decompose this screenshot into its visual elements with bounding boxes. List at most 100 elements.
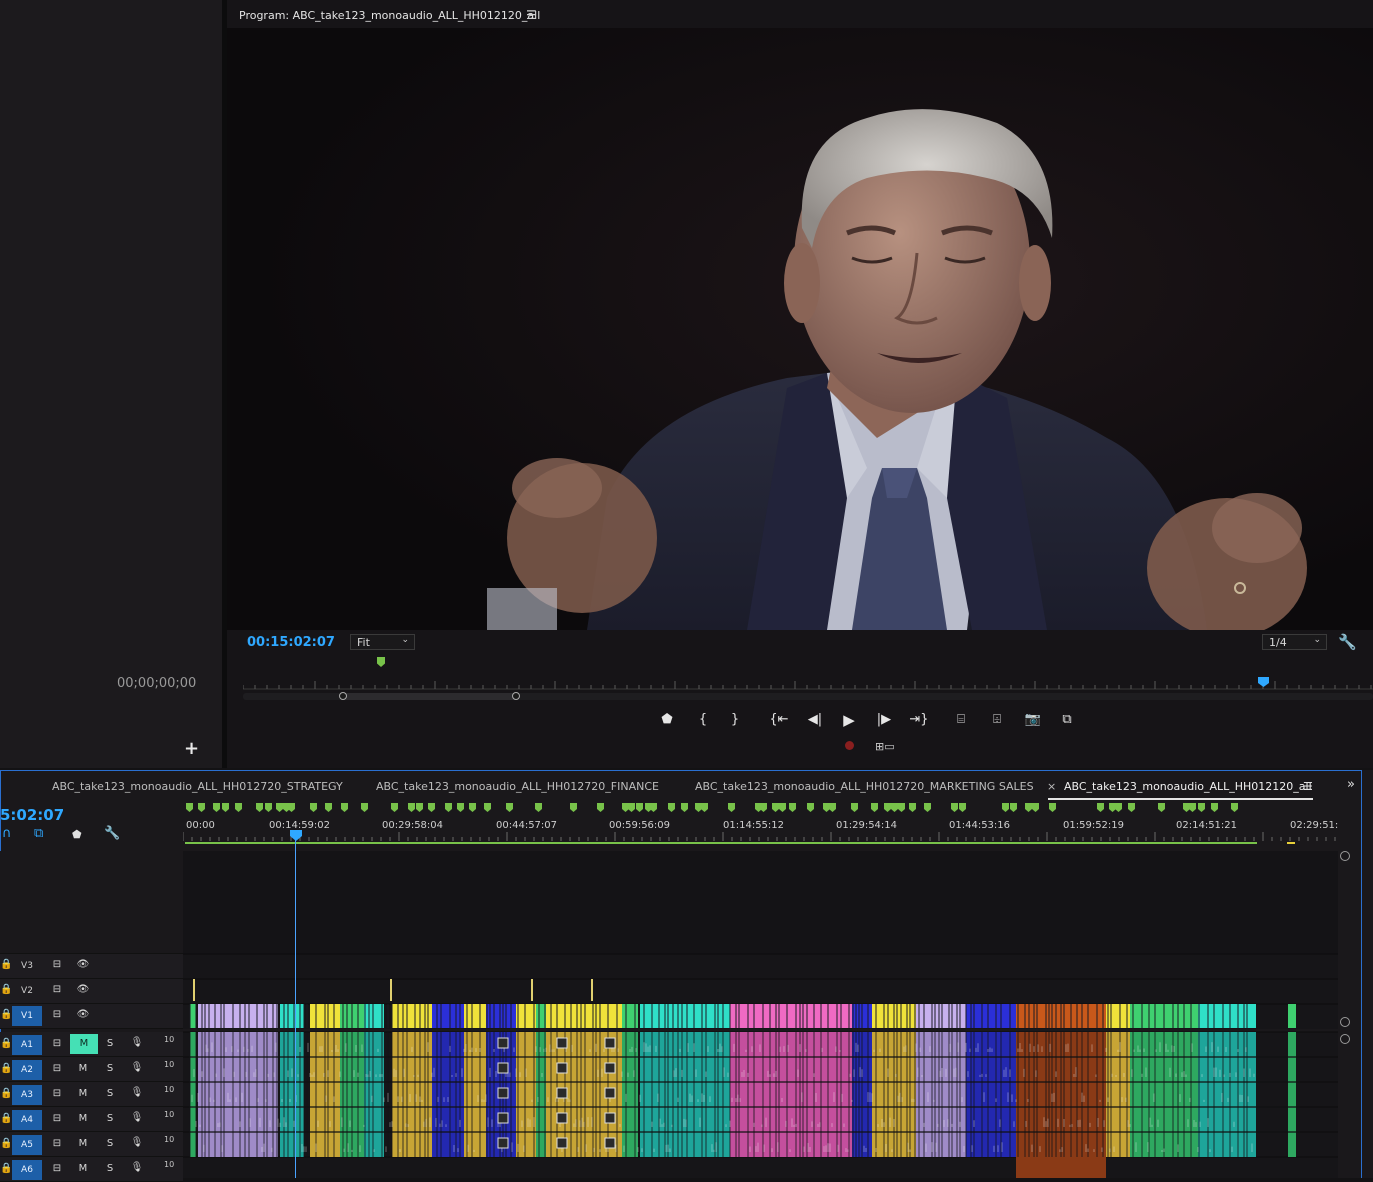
- mute-button[interactable]: M: [75, 1138, 91, 1149]
- add-button[interactable]: +: [184, 738, 199, 759]
- wrench-icon[interactable]: 🔧: [1338, 633, 1357, 651]
- scroll-handle-bottom[interactable]: [1340, 1034, 1350, 1044]
- track-target-a4[interactable]: A4: [12, 1110, 42, 1130]
- track-volume[interactable]: 10: [164, 1085, 174, 1094]
- solo-button[interactable]: S: [102, 1113, 118, 1124]
- mark-out-button[interactable]: }: [724, 712, 746, 727]
- lock-icon[interactable]: 🔒: [0, 1088, 12, 1099]
- microphone-icon[interactable]: 🎙: [129, 1112, 145, 1123]
- track-volume[interactable]: 10: [164, 1060, 174, 1069]
- close-icon[interactable]: ×: [1047, 780, 1056, 793]
- expand-panels-icon[interactable]: »: [1347, 777, 1355, 792]
- track-target-v2[interactable]: V2: [12, 981, 42, 1001]
- lock-icon[interactable]: 🔒: [0, 984, 12, 995]
- tab-strategy[interactable]: ABC_take123_monoaudio_ALL_HH012720_STRAT…: [52, 780, 343, 793]
- microphone-icon[interactable]: 🎙: [129, 1137, 145, 1148]
- mute-button[interactable]: M: [75, 1088, 91, 1099]
- mute-button[interactable]: M: [70, 1034, 98, 1054]
- step-back-button[interactable]: ◀|: [804, 712, 826, 727]
- sync-lock-icon[interactable]: ⊟: [49, 1038, 65, 1049]
- record-icon[interactable]: [845, 741, 854, 750]
- playhead-timecode[interactable]: 00:15:02:07: [247, 635, 335, 650]
- track-target-v1[interactable]: V1: [12, 1006, 42, 1026]
- tab-all[interactable]: ABC_take123_monoaudio_ALL_HH012120_all: [1064, 780, 1312, 793]
- lock-icon[interactable]: 🔒: [0, 1038, 12, 1049]
- zoom-level-dropdown[interactable]: Fit ⌄: [350, 634, 415, 650]
- add-marker-button[interactable]: ⬟: [656, 712, 678, 727]
- track-volume[interactable]: 10: [164, 1110, 174, 1119]
- track-target-a5[interactable]: A5: [12, 1135, 42, 1155]
- panel-menu-icon[interactable]: ☰: [1303, 780, 1313, 793]
- zoom-scrollbar-thumb[interactable]: [343, 693, 516, 700]
- track-volume[interactable]: 10: [164, 1035, 174, 1044]
- sync-lock-icon[interactable]: ⊟: [49, 1009, 65, 1020]
- lift-button[interactable]: ⌸: [950, 712, 972, 727]
- zoom-handle-right[interactable]: [512, 692, 520, 700]
- track-volume[interactable]: 10: [164, 1135, 174, 1144]
- eye-icon[interactable]: 👁: [75, 984, 91, 995]
- scroll-handle-middle[interactable]: [1340, 1017, 1350, 1027]
- track-target-a6[interactable]: A6: [12, 1160, 42, 1180]
- lock-icon[interactable]: 🔒: [0, 1138, 12, 1149]
- multicam-icon[interactable]: ⊞▭: [875, 740, 895, 753]
- add-marker-icon[interactable]: ⬟: [72, 828, 82, 841]
- play-button[interactable]: ▶: [838, 711, 860, 729]
- mute-button[interactable]: M: [75, 1063, 91, 1074]
- track-target-a3[interactable]: A3: [12, 1085, 42, 1105]
- sync-lock-icon[interactable]: ⊟: [49, 959, 65, 970]
- extract-button[interactable]: ⌹: [986, 712, 1008, 727]
- solo-button[interactable]: S: [102, 1088, 118, 1099]
- sync-lock-icon[interactable]: ⊟: [49, 1113, 65, 1124]
- monitor-time-ruler[interactable]: [243, 680, 1373, 690]
- microphone-icon[interactable]: 🎙: [129, 1062, 145, 1073]
- fx-badge-icon: [556, 1037, 568, 1049]
- wrench-icon[interactable]: 🔧: [104, 826, 120, 841]
- zoom-handle-left[interactable]: [339, 692, 347, 700]
- sync-lock-icon[interactable]: ⊟: [49, 984, 65, 995]
- tab-finance[interactable]: ABC_take123_monoaudio_ALL_HH012720_FINAN…: [376, 780, 659, 793]
- timeline-tracks[interactable]: [0, 851, 1338, 1178]
- sync-lock-icon[interactable]: ⊟: [49, 1088, 65, 1099]
- microphone-icon[interactable]: 🎙: [129, 1037, 145, 1048]
- mark-in-button[interactable]: {: [692, 712, 714, 727]
- linked-selection-icon[interactable]: ⧉: [34, 826, 43, 841]
- sync-lock-icon[interactable]: ⊟: [49, 1063, 65, 1074]
- sync-lock-icon[interactable]: ⊟: [49, 1138, 65, 1149]
- tab-marketing-sales[interactable]: ABC_take123_monoaudio_ALL_HH012720_MARKE…: [695, 780, 1034, 793]
- panel-menu-icon[interactable]: ☰: [526, 8, 537, 22]
- lock-icon[interactable]: 🔒: [0, 1163, 12, 1174]
- step-forward-button[interactable]: |▶: [873, 712, 895, 727]
- solo-button[interactable]: S: [102, 1163, 118, 1174]
- lock-icon[interactable]: 🔒: [0, 1063, 12, 1074]
- lock-icon[interactable]: 🔒: [0, 959, 12, 970]
- timeline-timecode[interactable]: 5:02:07: [0, 806, 64, 824]
- go-to-out-button[interactable]: ⇥}: [908, 712, 930, 727]
- export-frame-button[interactable]: 📷: [1022, 712, 1044, 727]
- lock-icon[interactable]: 🔒: [0, 1113, 12, 1124]
- sync-lock-icon[interactable]: ⊟: [49, 1163, 65, 1174]
- go-to-in-button[interactable]: {⇤: [768, 712, 790, 727]
- scroll-handle-top[interactable]: [1340, 851, 1350, 861]
- solo-button[interactable]: S: [102, 1038, 118, 1049]
- mute-button[interactable]: M: [75, 1113, 91, 1124]
- timeline-playhead-line[interactable]: [295, 830, 296, 1178]
- microphone-icon[interactable]: 🎙: [129, 1087, 145, 1098]
- track-volume[interactable]: 10: [164, 1160, 174, 1169]
- track-target-v3[interactable]: V3: [12, 956, 42, 976]
- solo-button[interactable]: S: [102, 1138, 118, 1149]
- timeline-ruler[interactable]: 00:00 00:14:59:02 00:29:58:04 00:44:57:07 00…: [183, 800, 1338, 850]
- ruler-label: 01:44:53:16: [949, 820, 1010, 831]
- track-target-a2[interactable]: A2: [12, 1060, 42, 1080]
- playback-resolution-dropdown[interactable]: 1/4 ⌄: [1262, 634, 1327, 650]
- eye-icon[interactable]: 👁: [75, 959, 91, 970]
- solo-button[interactable]: S: [102, 1063, 118, 1074]
- track-target-a1[interactable]: A1: [12, 1035, 42, 1055]
- microphone-icon[interactable]: 🎙: [129, 1162, 145, 1173]
- lock-icon[interactable]: 🔒: [0, 1009, 12, 1020]
- eye-icon[interactable]: 👁: [75, 1009, 91, 1020]
- comparison-view-button[interactable]: ⧉: [1056, 712, 1078, 727]
- timeline-vertical-scrollbar[interactable]: [1340, 851, 1354, 1178]
- mute-button[interactable]: M: [75, 1163, 91, 1174]
- source-timecode[interactable]: 00;00;00;00: [117, 676, 196, 691]
- snap-icon[interactable]: ∩: [2, 826, 12, 841]
